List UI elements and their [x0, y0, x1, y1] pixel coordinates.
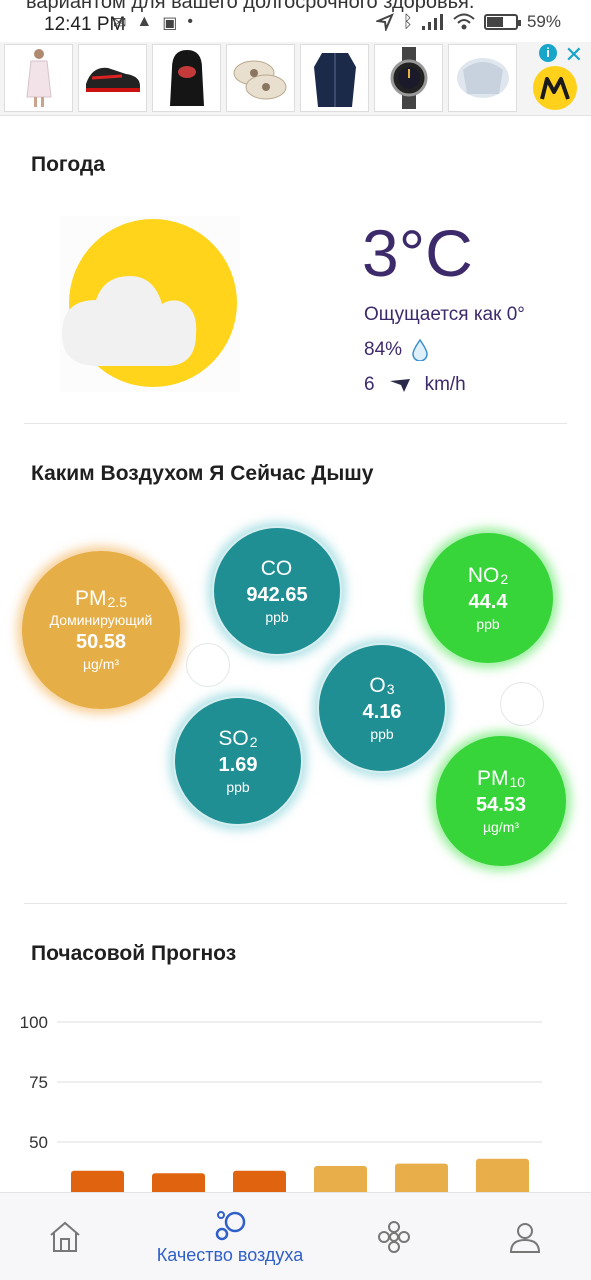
forecast-bar[interactable] [395, 1163, 448, 1195]
forecast-title: Почасовой Прогноз [31, 942, 237, 965]
nav-air-quality-label: Качество воздуха [156, 1244, 304, 1265]
pollutant-bubble-o3[interactable]: O3 4.16 ppb [317, 643, 447, 773]
pollutant-name: PM10 [476, 766, 526, 790]
ad-thumb-jacket[interactable] [300, 44, 369, 112]
divider [24, 423, 567, 424]
pollutant-unit: µg/m³ [82, 656, 120, 672]
wind-direction-icon [389, 379, 410, 392]
pollutant-name: CO [260, 556, 293, 580]
dot-icon: • [187, 13, 193, 30]
ad-thumb-watch[interactable] [374, 44, 443, 112]
pollutant-value: 54.53 [475, 793, 527, 816]
ad-banner[interactable]: i ✕ [0, 42, 591, 116]
ad-thumb-dress[interactable] [4, 44, 73, 112]
user-icon [509, 1223, 541, 1253]
notification-icon: ✉ [113, 15, 127, 32]
pollutant-value: 942.65 [246, 583, 308, 606]
pollutant-value: 1.69 [218, 753, 258, 776]
signal-icon [421, 14, 443, 30]
humidity-row: 84% [364, 339, 428, 361]
wind-speed: 6 [364, 374, 375, 395]
wifi-icon [453, 13, 475, 30]
weather-icon [60, 216, 240, 392]
app-icon: ▣ [162, 15, 178, 32]
y-tick-label: 50 [29, 1133, 48, 1152]
notification-icons: ✉ ▲ ▣ • [113, 13, 193, 33]
nav-pollen[interactable] [364, 1193, 424, 1280]
forecast-bar[interactable] [476, 1158, 529, 1195]
location-icon [375, 13, 394, 31]
weather-title: Погода [31, 153, 105, 176]
pollutant-unit: ppb [370, 725, 394, 742]
yandex-market-logo[interactable] [533, 66, 577, 110]
pollutant-unit: ppb [265, 608, 289, 625]
y-tick-label: 75 [29, 1073, 48, 1092]
ad-thumb-slippers[interactable] [226, 44, 295, 112]
partly-cloudy-icon [60, 216, 240, 392]
battery-icon [483, 14, 521, 30]
forecast-bar[interactable] [314, 1166, 367, 1195]
pollutant-value: 50.58 [75, 631, 127, 653]
ad-close-icon[interactable]: ✕ [565, 42, 583, 68]
bubbles-icon [215, 1210, 246, 1240]
y-tick-label: 100 [20, 1013, 48, 1032]
pollutant-bubble-so2[interactable]: SO2 1.69 ppb [173, 696, 303, 826]
decorative-bubble [500, 682, 544, 726]
battery-percent: 59% [526, 12, 561, 31]
pollutant-value: 4.16 [362, 700, 402, 723]
hourly-forecast-chart: 100 75 50 [20, 1013, 542, 1195]
ad-info-icon[interactable]: i [539, 44, 557, 62]
bluetooth-icon: ᛒ [402, 12, 413, 31]
wind-row: 6 km/h [364, 374, 466, 396]
nav-air-quality[interactable]: Качество воздуха [130, 1193, 330, 1280]
ad-thumb-sneaker[interactable] [78, 44, 147, 112]
pollutant-bubble-pm25[interactable]: PM2.5 Доминирующий 50.58 µg/m³ [22, 551, 180, 709]
air-quality-title: Каким Воздухом Я Сейчас Дышу [31, 462, 374, 485]
navigation-icon: ▲ [136, 13, 153, 30]
pollutant-bubble-pm10[interactable]: PM10 54.53 µg/m³ [436, 736, 566, 866]
pollutant-unit: ppb [476, 615, 500, 632]
water-drop-icon [412, 339, 428, 361]
bottom-navigation: Качество воздуха [0, 1192, 591, 1280]
nav-home[interactable] [35, 1193, 95, 1280]
pollutant-name: SO2 [218, 726, 258, 750]
pollutant-value: 44.4 [468, 590, 508, 613]
pollutant-bubble-no2[interactable]: NO2 44.4 ppb [423, 533, 553, 663]
system-icons: ᛒ 59% [375, 12, 561, 32]
pollutant-bubble-co[interactable]: CO 942.65 ppb [212, 526, 342, 656]
divider [24, 903, 567, 904]
temperature: 3°C [362, 216, 473, 290]
wind-unit: km/h [424, 374, 466, 395]
nav-profile[interactable] [495, 1193, 555, 1280]
feels-like: Ощущается как 0° [364, 304, 525, 325]
ad-thumb-clothes[interactable] [448, 44, 517, 112]
flower-icon [378, 1221, 410, 1253]
humidity-value: 84% [364, 339, 403, 360]
pollutant-name: PM2.5 [75, 587, 127, 610]
pollutant-unit: µg/m³ [482, 818, 520, 835]
ad-thumb-balaclava[interactable] [152, 44, 221, 112]
home-icon [50, 1221, 80, 1252]
dominant-label: Доминирующий [49, 612, 153, 628]
pollutant-name: NO2 [467, 563, 509, 587]
pollutant-unit: ppb [226, 778, 250, 795]
pollutant-name: O3 [369, 673, 395, 697]
status-bar: вариантом для вашего долгосрочного здоро… [0, 0, 591, 42]
decorative-bubble [186, 643, 230, 687]
